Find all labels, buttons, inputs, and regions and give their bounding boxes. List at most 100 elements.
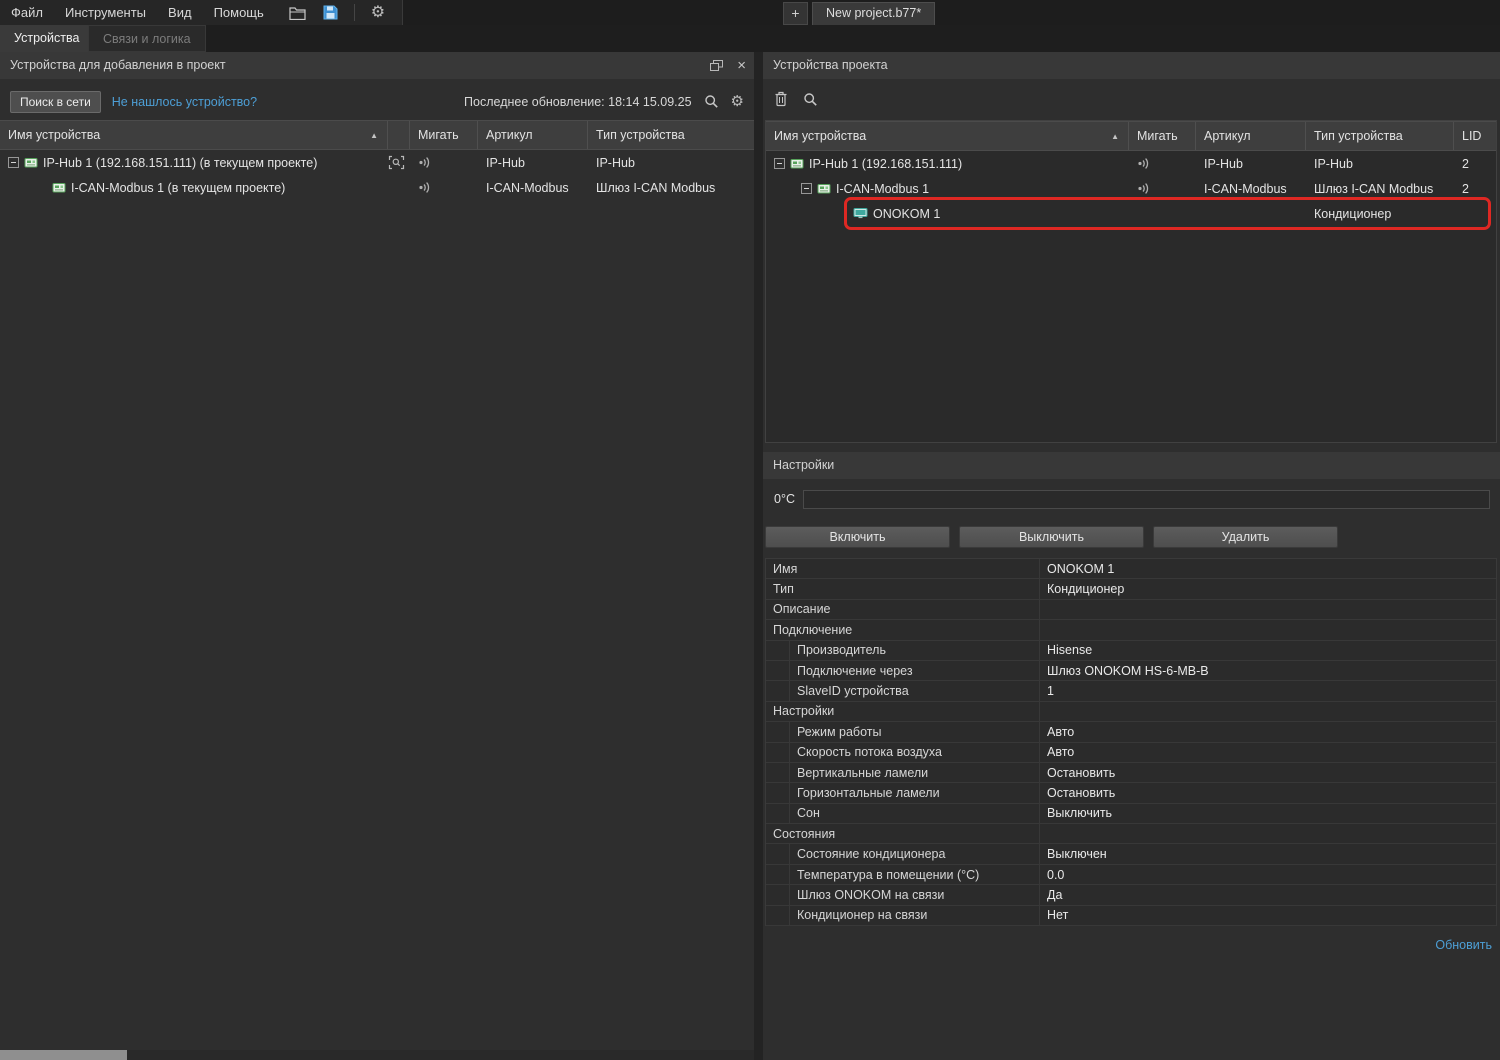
blink-icon[interactable] [1129,182,1196,195]
last-update-text: Последнее обновление: 18:14 15.09.25 [464,95,692,109]
column-header-type[interactable]: Тип устройства [588,121,754,149]
column-header-name[interactable]: Имя устройства ▲ [766,122,1129,150]
table-row[interactable]: IP-Hub 1 (192.168.151.111) (в текущем пр… [0,150,754,175]
panel-splitter[interactable] [754,52,763,1060]
property-row[interactable]: Шлюз ONOKOM на связи Да [766,885,1496,905]
property-group-row[interactable]: Настройки [766,702,1496,722]
property-value[interactable]: Остановить [1039,783,1496,802]
property-value[interactable]: Кондиционер [1039,579,1496,598]
scan-settings-gear-icon[interactable]: ⚙ [731,89,744,114]
collapse-expander-icon[interactable] [774,158,785,169]
blink-icon[interactable] [1129,157,1196,170]
property-row[interactable]: Скорость потока воздуха Авто [766,743,1496,763]
property-row[interactable]: Тип Кондиционер [766,579,1496,599]
device-name-text: I-CAN-Modbus 1 (в текущем проекте) [71,181,285,195]
property-row[interactable]: Имя ONOKOM 1 [766,559,1496,579]
blink-icon[interactable] [410,181,478,194]
column-header-type[interactable]: Тип устройства [1306,122,1454,150]
project-tab[interactable]: New project.b77* [812,2,935,25]
indent-guide [766,743,790,762]
collapse-expander-icon[interactable] [8,157,19,168]
search-icon[interactable] [803,92,818,107]
property-group-row[interactable]: Состояния [766,824,1496,844]
menu-tools[interactable]: Инструменты [54,0,157,25]
settings-gear-icon[interactable]: ⚙ [371,0,385,25]
device-lid-text: 2 [1454,157,1496,171]
property-row[interactable]: Режим работы Авто [766,722,1496,742]
delete-button[interactable]: Удалить [1153,526,1338,548]
property-row[interactable]: Температура в помещении (°C) 0.0 [766,865,1496,885]
identify-device-icon[interactable] [388,155,410,170]
property-row[interactable]: Сон Выключить [766,804,1496,824]
table-row[interactable]: I-CAN-Modbus 1 (в текущем проекте) I-CAN… [0,175,754,200]
delete-device-trash-icon[interactable] [774,91,788,107]
device-type-text: Кондиционер [1306,207,1454,221]
refresh-link[interactable]: Обновить [1435,938,1492,952]
device-not-found-link[interactable]: Не нашлось устройство? [112,95,257,109]
property-row[interactable]: SlaveID устройства 1 [766,681,1496,701]
indent-guide [766,661,790,680]
column-header-name-text: Имя устройства [774,129,866,143]
column-header-article[interactable]: Артикул [478,121,588,149]
property-value[interactable]: Авто [1039,743,1496,762]
property-row[interactable]: Кондиционер на связи Нет [766,906,1496,926]
turn-on-button[interactable]: Включить [765,526,950,548]
menu-view[interactable]: Вид [157,0,203,25]
column-header-blink[interactable]: Мигать [1129,122,1196,150]
indent-guide [766,763,790,782]
save-icon[interactable] [323,5,338,20]
table-row[interactable]: IP-Hub 1 (192.168.151.111) IP-Hub IP-Hub… [766,151,1496,176]
menu-file[interactable]: Файл [0,0,54,25]
collapse-expander-icon[interactable] [801,183,812,194]
device-lid-text: 2 [1454,182,1496,196]
column-header-article[interactable]: Артикул [1196,122,1306,150]
device-name-text: IP-Hub 1 (192.168.151.111) (в текущем пр… [43,156,317,170]
property-value[interactable] [1039,600,1496,619]
left-panel-toolbar: Поиск в сети Не нашлось устройство? Посл… [0,88,754,115]
device-action-buttons: Включить Выключить Удалить [765,526,1497,548]
property-row[interactable]: Производитель Hisense [766,641,1496,661]
tab-devices[interactable]: Устройства [0,25,93,52]
menubar: Файл Инструменты Вид Помощь ⚙ + New proj… [0,0,1500,25]
turn-off-button[interactable]: Выключить [959,526,1144,548]
property-group-row[interactable]: Подключение [766,620,1496,640]
blink-icon[interactable] [410,156,478,169]
property-grid: Имя ONOKOM 1 Тип Кондиционер Описание По… [765,558,1497,926]
device-hub-icon [790,157,804,170]
property-value[interactable]: Авто [1039,722,1496,741]
open-folder-icon[interactable] [289,6,307,20]
menu-help[interactable]: Помощь [203,0,275,25]
table-row[interactable]: I-CAN-Modbus 1 I-CAN-Modbus Шлюз I-CAN M… [766,176,1496,201]
property-value[interactable]: Выключить [1039,804,1496,823]
left-panel-title: Устройства для добавления в проект × [0,52,754,79]
property-row[interactable]: Горизонтальные ламели Остановить [766,783,1496,803]
column-header-blank[interactable] [388,121,410,149]
horizontal-scrollbar[interactable] [0,1050,754,1060]
scrollbar-thumb[interactable] [0,1050,127,1060]
property-value[interactable]: Шлюз ONOKOM HS-6-MB-B [1039,661,1496,680]
property-value[interactable]: Hisense [1039,641,1496,660]
indent-guide [766,641,790,660]
tab-links-logic[interactable]: Связи и логика [88,25,206,52]
menubar-left: Файл Инструменты Вид Помощь ⚙ [0,0,403,25]
device-gateway-icon [52,181,66,194]
search-icon[interactable] [704,94,719,109]
column-header-name[interactable]: Имя устройства ▲ [0,121,388,149]
undock-panel-icon[interactable] [710,60,723,71]
new-project-tab-button[interactable]: + [783,2,808,25]
column-header-lid[interactable]: LID [1454,122,1496,150]
table-row-selected-onokom[interactable]: ONOKOM 1 Кондиционер [766,201,1496,226]
property-row[interactable]: Описание [766,600,1496,620]
property-row[interactable]: Вертикальные ламели Остановить [766,763,1496,783]
column-header-blink[interactable]: Мигать [410,121,478,149]
device-article-text: I-CAN-Modbus [1196,182,1306,196]
property-value[interactable]: ONOKOM 1 [1039,559,1496,578]
temperature-input[interactable] [803,490,1490,509]
close-panel-icon[interactable]: × [737,58,746,73]
search-network-button[interactable]: Поиск в сети [10,91,101,113]
property-value[interactable]: Остановить [1039,763,1496,782]
property-row[interactable]: Подключение через Шлюз ONOKOM HS-6-MB-B [766,661,1496,681]
property-value[interactable]: 1 [1039,681,1496,700]
property-row[interactable]: Состояние кондиционера Выключен [766,844,1496,864]
device-article-text: I-CAN-Modbus [478,181,588,195]
